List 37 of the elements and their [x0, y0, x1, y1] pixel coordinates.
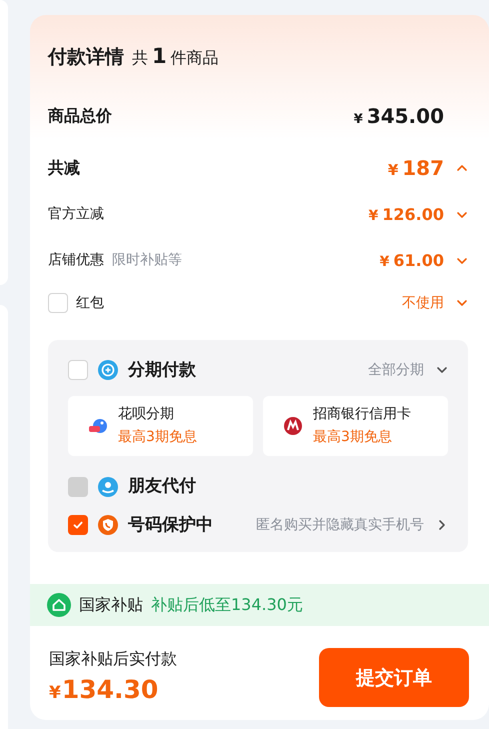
- option-note: 匿名购买并隐藏真实手机号: [256, 516, 424, 535]
- installment-plan-card[interactable]: 招商银行信用卡 最高3期免息: [263, 396, 448, 456]
- house-icon: [47, 593, 71, 617]
- installment-icon: [98, 360, 118, 380]
- price: ¥ 126.00: [368, 204, 444, 226]
- discount-note: 限时补贴等: [112, 251, 182, 270]
- caret-down-icon[interactable]: [456, 297, 468, 309]
- item-count: 共 1 件商品: [132, 43, 219, 70]
- option-label: 分期付款: [128, 358, 196, 382]
- discount-label: 店铺优惠: [48, 251, 104, 270]
- plan-name: 招商银行信用卡: [313, 405, 411, 424]
- option-label: 朋友代付: [128, 475, 196, 498]
- total-label: 商品总价: [48, 104, 112, 126]
- discount-label: 共减: [48, 156, 80, 178]
- subsidy-label: 国家补贴: [79, 594, 143, 616]
- subsidy-text: 补贴后低至134.30元: [151, 594, 303, 616]
- price: ¥ 345.00: [354, 102, 444, 130]
- phone-icon: [98, 515, 118, 536]
- bank-logo-icon: [283, 416, 303, 436]
- installment-dropdown[interactable]: 全部分期: [368, 360, 424, 381]
- section-title: 付款详情: [48, 45, 124, 70]
- price: ¥ 61.00: [380, 250, 444, 272]
- person-icon: [98, 476, 118, 497]
- payable-label: 国家补贴后实付款: [49, 648, 177, 670]
- price: ¥134.30: [49, 674, 160, 706]
- plan-promo: 最高3期免息: [313, 428, 393, 447]
- submit-order-button[interactable]: 提交订单: [319, 648, 469, 708]
- option-label: 号码保护中: [128, 514, 213, 536]
- bonus-label: 红包: [76, 294, 104, 312]
- discount-label: 官方立减: [48, 205, 104, 224]
- plan-promo: 最高3期免息: [118, 428, 197, 447]
- price: ¥ 187: [388, 154, 444, 182]
- installment-plan-card[interactable]: 花呗分期 最高3期免息: [68, 396, 253, 456]
- plan-name: 花呗分期: [118, 405, 175, 424]
- checkbox[interactable]: [68, 515, 88, 536]
- check-icon: [72, 519, 84, 532]
- bonus-value[interactable]: 不使用: [402, 292, 444, 314]
